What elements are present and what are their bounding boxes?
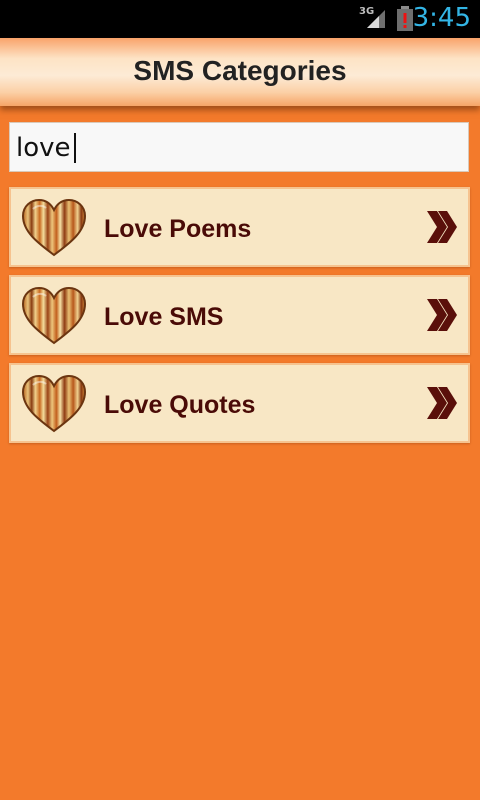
category-label: Love Poems (104, 215, 252, 243)
text-cursor (74, 133, 76, 163)
category-item-love-quotes[interactable]: Love Quotes (9, 363, 470, 443)
double-chevron-right-icon (425, 385, 459, 421)
app-header: SMS Categories (0, 38, 480, 106)
category-label: Love SMS (104, 303, 224, 331)
search-box[interactable] (9, 122, 469, 172)
category-item-love-sms[interactable]: Love SMS (9, 275, 470, 355)
heart-icon (19, 373, 89, 435)
status-bar: 3G 3:45 (0, 0, 480, 38)
network-indicator: 3G (359, 6, 387, 32)
signal-icon (367, 10, 385, 28)
heart-icon (19, 285, 89, 347)
heart-icon (19, 197, 89, 259)
page-title: SMS Categories (133, 55, 347, 86)
battery-alert-icon (397, 6, 413, 31)
category-item-love-poems[interactable]: Love Poems (9, 187, 470, 267)
category-label: Love Quotes (104, 391, 256, 419)
clock: 3:45 (412, 3, 471, 33)
double-chevron-right-icon (425, 297, 459, 333)
double-chevron-right-icon (425, 209, 459, 245)
search-input[interactable] (16, 132, 456, 164)
